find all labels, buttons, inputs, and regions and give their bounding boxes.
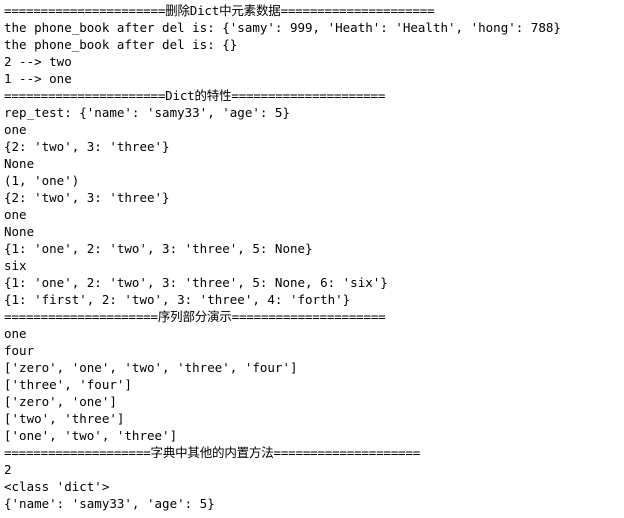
console-output-line: {1: 'one', 2: 'two', 3: 'three', 5: None… [4,241,313,256]
console-output-line: ['one', 'two', 'three'] [4,428,178,443]
console-separator-line: ====================字典中其他的内置方法==========… [4,445,421,460]
console-separator-line: =====================序列部分演示=============… [4,309,386,324]
console-output-line: one [4,207,27,222]
console-separator-line: ======================删除Dict中元素数据=======… [4,3,435,18]
console-output-line: ['three', 'four'] [4,377,132,392]
console-output-pane[interactable]: ======================删除Dict中元素数据=======… [0,0,624,512]
console-output-line: (1, 'one') [4,173,80,188]
console-output-line: {1: 'first', 2: 'two', 3: 'three', 4: 'f… [4,292,351,307]
console-output-line: {'name': 'samy33', 'age': 5} [4,496,215,511]
console-output-line: six [4,258,27,273]
console-output-line: {2: 'two', 3: 'three'} [4,139,170,154]
console-output-line: the phone_book after del is: {} [4,37,238,52]
console-output-line: one [4,326,27,341]
console-separator-line: ======================Dict的特性===========… [4,88,386,103]
console-output-line: None [4,224,35,239]
console-output-line: {1: 'one', 2: 'two', 3: 'three', 5: None… [4,275,388,290]
console-output-line: {2: 'two', 3: 'three'} [4,190,170,205]
console-output-line: 2 [4,462,12,477]
console-output-line: the phone_book after del is: {'samy': 99… [4,20,561,35]
console-output-line: rep_test: {'name': 'samy33', 'age': 5} [4,105,290,120]
console-output-line: four [4,343,35,358]
console-output-line: None [4,156,35,171]
console-output-line: one [4,122,27,137]
console-output-line: 2 --> two [4,54,72,69]
console-output-line: ['zero', 'one', 'two', 'three', 'four'] [4,360,298,375]
console-output-line: ['two', 'three'] [4,411,125,426]
console-output-line: <class 'dict'> [4,479,110,494]
console-output-line: ['zero', 'one'] [4,394,117,409]
console-output-line: 1 --> one [4,71,72,86]
